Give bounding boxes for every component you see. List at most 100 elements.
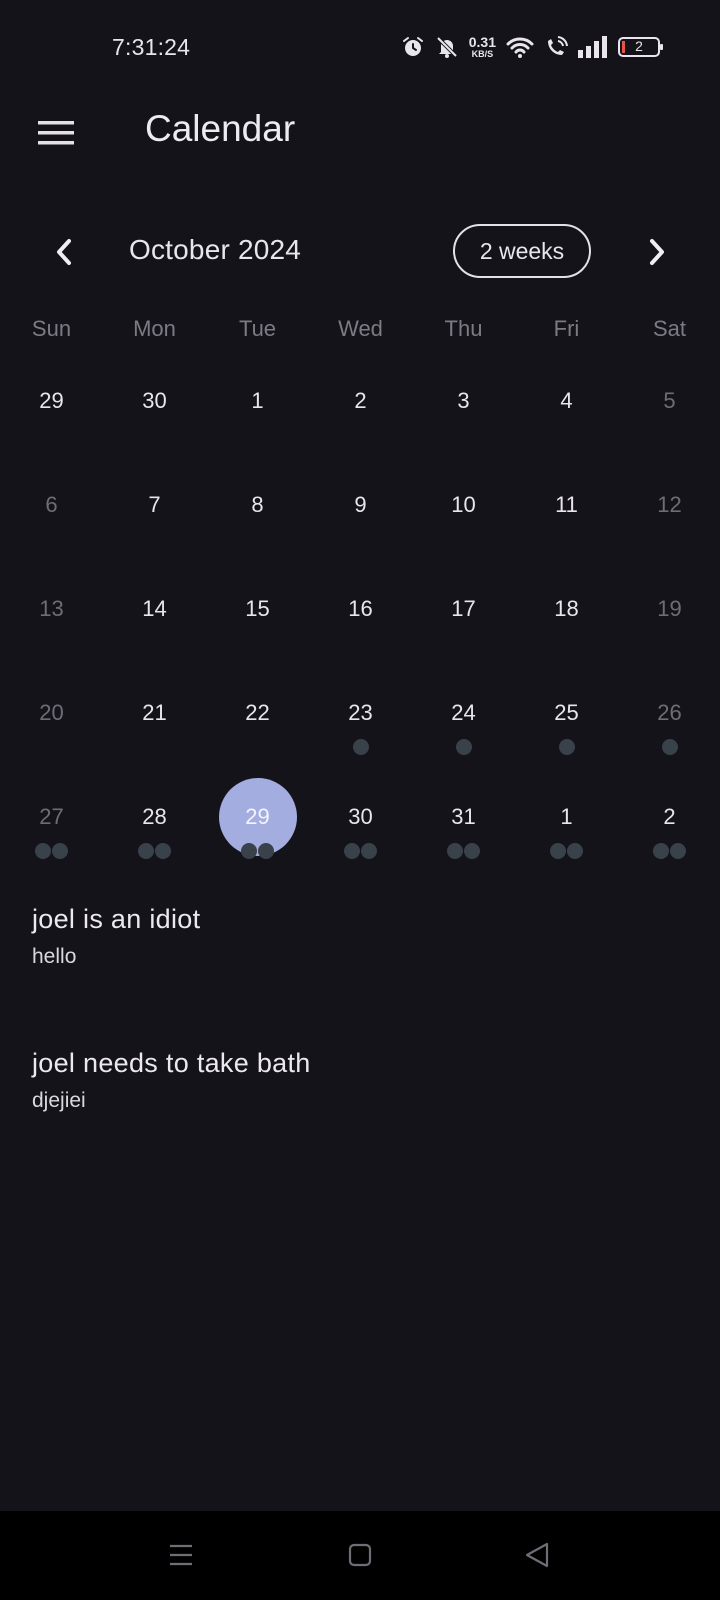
day-number: 11 <box>555 492 578 517</box>
event-marker-dot <box>661 739 678 755</box>
net-speed-unit: KB/S <box>471 49 494 59</box>
day-number: 28 <box>142 804 167 829</box>
day-number: 30 <box>142 388 167 413</box>
calendar-day[interactable]: 16 <box>309 582 412 686</box>
day-number: 14 <box>142 596 167 621</box>
wifi-icon <box>506 35 534 59</box>
day-number: 2 <box>354 388 367 413</box>
app-bar: Calendar <box>0 96 720 168</box>
day-number: 15 <box>245 596 270 621</box>
calendar-day[interactable]: 22 <box>206 686 309 790</box>
calendar-day[interactable]: 5 <box>618 374 720 478</box>
chevron-left-icon[interactable] <box>42 230 86 274</box>
weekday-label: Fri <box>553 316 580 341</box>
wifi-calling-icon <box>544 35 568 59</box>
bell-muted-icon <box>435 35 459 59</box>
calendar-day[interactable]: 12 <box>618 478 720 582</box>
calendar-day[interactable]: 30 <box>103 374 206 478</box>
event-marker-dot <box>258 843 274 859</box>
day-number: 19 <box>657 596 682 621</box>
event-markers <box>309 843 412 859</box>
calendar-day[interactable]: 2 <box>309 374 412 478</box>
event-marker-dot <box>138 843 154 859</box>
recents-icon[interactable] <box>161 1537 201 1573</box>
calendar-day[interactable]: 9 <box>309 478 412 582</box>
calendar-day[interactable]: 13 <box>0 582 103 686</box>
calendar-day[interactable]: 1 <box>515 790 618 894</box>
calendar-day[interactable]: 25 <box>515 686 618 790</box>
event-title: joel is an idiot <box>32 904 201 934</box>
calendar-day[interactable]: 19 <box>618 582 720 686</box>
weekday-label: Wed <box>338 316 383 341</box>
day-number: 13 <box>39 596 64 621</box>
event-marker-dot <box>455 739 472 755</box>
day-number: 31 <box>451 804 476 829</box>
event-markers <box>206 843 309 859</box>
event-markers <box>103 843 206 859</box>
event-markers <box>309 739 412 755</box>
hamburger-menu-icon[interactable] <box>36 116 76 150</box>
calendar-format-button[interactable]: 2 weeks <box>453 224 591 278</box>
calendar-day[interactable]: 3 <box>412 374 515 478</box>
calendar-header: October 2024 2 weeks <box>0 218 720 288</box>
event-marker-dot <box>52 843 68 859</box>
day-number: 27 <box>39 804 64 829</box>
calendar-day[interactable]: 2 <box>618 790 720 894</box>
event-marker-dot <box>447 843 463 859</box>
calendar-day[interactable]: 14 <box>103 582 206 686</box>
calendar-day[interactable]: 20 <box>0 686 103 790</box>
day-number: 29 <box>245 804 270 829</box>
calendar-day[interactable]: 17 <box>412 582 515 686</box>
day-number: 1 <box>251 388 264 413</box>
alarm-icon <box>401 35 425 59</box>
weekday-header-row: Sun Mon Tue Wed Thu Fri Sat <box>0 316 720 356</box>
back-icon[interactable] <box>517 1537 557 1573</box>
day-number: 9 <box>354 492 367 517</box>
calendar-day[interactable]: 15 <box>206 582 309 686</box>
calendar-day[interactable]: 23 <box>309 686 412 790</box>
calendar-day[interactable]: 1 <box>206 374 309 478</box>
calendar-day[interactable]: 6 <box>0 478 103 582</box>
calendar-day[interactable]: 27 <box>0 790 103 894</box>
calendar-day[interactable]: 26 <box>618 686 720 790</box>
calendar-day[interactable]: 11 <box>515 478 618 582</box>
day-number: 18 <box>554 596 579 621</box>
day-number: 3 <box>457 388 470 413</box>
calendar-day[interactable]: 31 <box>412 790 515 894</box>
calendar-day[interactable]: 28 <box>103 790 206 894</box>
event-marker-dot <box>155 843 171 859</box>
battery-icon: 2 <box>618 36 664 58</box>
calendar-day[interactable]: 21 <box>103 686 206 790</box>
event-markers <box>0 843 103 859</box>
event-item[interactable]: joel needs to take bath djejiei <box>32 1048 692 1113</box>
system-nav-bar <box>0 1511 720 1600</box>
calendar-day[interactable]: 29 <box>0 374 103 478</box>
event-title: joel needs to take bath <box>32 1048 311 1078</box>
calendar-day[interactable]: 7 <box>103 478 206 582</box>
calendar-day[interactable]: 10 <box>412 478 515 582</box>
day-number: 21 <box>142 700 167 725</box>
day-number: 2 <box>663 804 676 829</box>
event-item[interactable]: joel is an idiot hello <box>32 904 692 969</box>
status-bar: 7:31:24 0.31 KB/S 2 <box>0 0 720 96</box>
weekday-label: Thu <box>444 316 483 341</box>
day-number: 8 <box>251 492 264 517</box>
event-marker-dot <box>567 843 583 859</box>
calendar-day[interactable]: 24 <box>412 686 515 790</box>
chevron-right-icon[interactable] <box>635 230 679 274</box>
calendar-day[interactable]: 8 <box>206 478 309 582</box>
event-marker-dot <box>344 843 360 859</box>
day-number: 1 <box>560 804 573 829</box>
calendar-day-selected[interactable]: 29 <box>206 778 309 894</box>
event-description: djejiei <box>32 1089 86 1112</box>
day-number: 26 <box>657 700 682 725</box>
calendar-day[interactable]: 18 <box>515 582 618 686</box>
month-title: October 2024 <box>129 234 302 265</box>
calendar-day[interactable]: 4 <box>515 374 618 478</box>
event-markers <box>412 739 515 755</box>
calendar-day[interactable]: 30 <box>309 790 412 894</box>
event-marker-dot <box>550 843 566 859</box>
day-number: 30 <box>348 804 373 829</box>
day-number: 5 <box>663 388 676 413</box>
home-icon[interactable] <box>340 1537 380 1573</box>
